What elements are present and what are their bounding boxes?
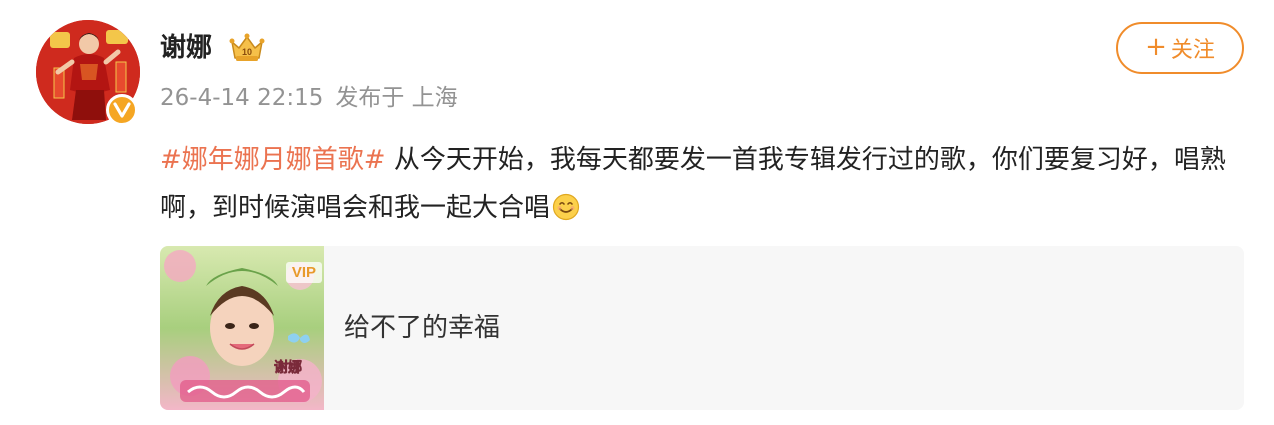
svg-text:10: 10 bbox=[242, 47, 252, 57]
vip-badge: VIP bbox=[285, 262, 322, 283]
post-location: 发布于 上海 bbox=[335, 85, 458, 111]
plus-icon: + bbox=[1145, 32, 1167, 62]
follow-label: 关注 bbox=[1170, 38, 1215, 63]
song-title[interactable]: 给不了的幸福 bbox=[344, 310, 500, 346]
author-name[interactable]: 谢娜 bbox=[160, 30, 212, 66]
smile-emoji-icon bbox=[552, 189, 580, 237]
post-timestamp[interactable]: 26-4-14 22:15 bbox=[160, 82, 323, 114]
post-meta: 26-4-14 22:15 发布于 上海 bbox=[160, 82, 458, 114]
cover-artist-text: 谢娜 bbox=[274, 359, 302, 376]
follow-button[interactable]: + 关注 bbox=[1116, 22, 1244, 74]
verified-v-badge bbox=[106, 94, 138, 126]
album-cover[interactable]: 谢娜 VIP bbox=[160, 246, 324, 410]
post-content: #娜年娜月娜首歌# 从今天开始，我每天都要发一首我专辑发行过的歌，你们要复习好，… bbox=[160, 136, 1240, 237]
weibo-post: 谢娜 10 26-4-14 22:15 发布于 上海 + 关注 #娜年娜月娜首歌… bbox=[0, 0, 1274, 425]
vip-crown-icon[interactable]: 10 bbox=[228, 32, 266, 64]
hashtag-link[interactable]: #娜年娜月娜首歌# bbox=[160, 145, 386, 175]
music-card[interactable]: 谢娜 VIP 给不了的幸福 bbox=[160, 246, 1244, 410]
